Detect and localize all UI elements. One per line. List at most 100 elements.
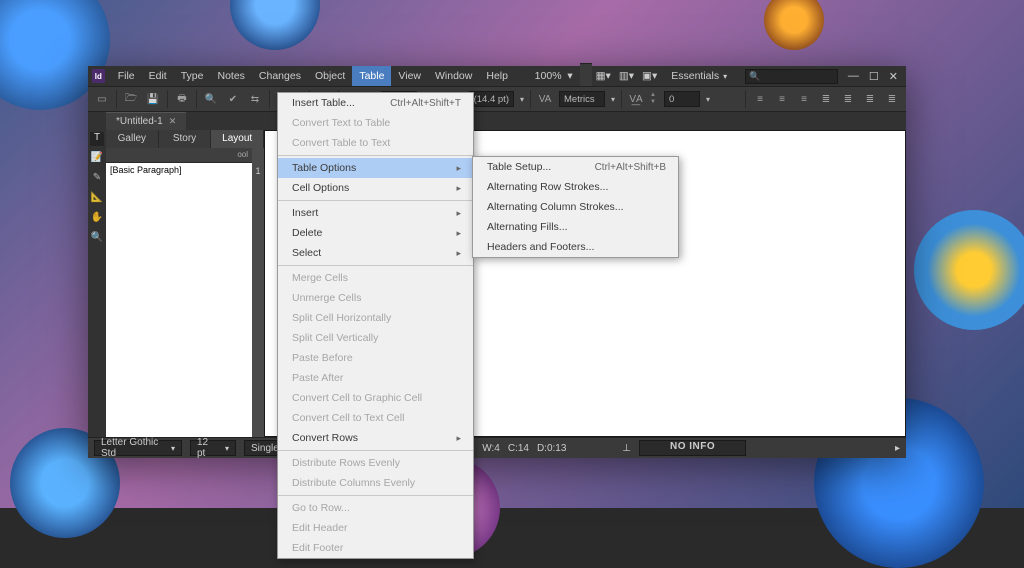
spellcheck-icon[interactable]: ✔ (225, 91, 241, 107)
document-tab[interactable]: *Untitled-1 ✕ (106, 112, 186, 130)
search-input[interactable]: 🔍 (745, 69, 838, 84)
measure-tool-icon[interactable]: 📐 (90, 192, 104, 206)
menu-object[interactable]: Object (308, 66, 352, 86)
document-tab-label: *Untitled-1 (116, 116, 163, 127)
menu-go-to-row[interactable]: Go to Row... (278, 498, 473, 518)
menu-file[interactable]: File (111, 66, 142, 86)
status-bar: Letter Gothic Std 12 pt Singlespace 📊 L:… (88, 437, 906, 458)
menu-insert-table[interactable]: Insert Table...Ctrl+Alt+Shift+T (278, 93, 473, 113)
submenu-alt-row-strokes[interactable]: Alternating Row Strokes... (473, 177, 678, 197)
menu-delete[interactable]: Delete (278, 223, 473, 243)
align-left-icon[interactable]: ≡ (752, 91, 768, 107)
close-tab-icon[interactable]: ✕ (169, 116, 177, 127)
menu-split-horizontal[interactable]: Split Cell Horizontally (278, 308, 473, 328)
type-tool-icon[interactable]: T (90, 132, 104, 146)
submenu-table-setup[interactable]: Table Setup...Ctrl+Alt+Shift+B (473, 157, 678, 177)
workspace-switcher[interactable]: Essentials▾ (661, 70, 737, 82)
tab-story[interactable]: Story (159, 130, 212, 148)
menu-edit-footer[interactable]: Edit Footer (278, 538, 473, 558)
menu-convert-text-to-table[interactable]: Convert Text to Table (278, 113, 473, 133)
menu-convert-rows[interactable]: Convert Rows (278, 428, 473, 448)
zoom-level[interactable]: 100% ▾ (528, 66, 580, 86)
submenu-alt-col-strokes[interactable]: Alternating Column Strokes... (473, 197, 678, 217)
menu-window[interactable]: Window (428, 66, 479, 86)
bridge-icon[interactable]: ▦▾ (592, 70, 615, 82)
save-icon[interactable]: 💾 (145, 91, 161, 107)
paragraph-style-cell[interactable]: [Basic Paragraph] (106, 163, 252, 437)
note-tool-icon[interactable]: 📝 (90, 152, 104, 166)
menu-split-vertical[interactable]: Split Cell Vertically (278, 328, 473, 348)
menu-cell-options[interactable]: Cell Options (278, 178, 473, 198)
menu-edit-header[interactable]: Edit Header (278, 518, 473, 538)
menu-paste-after[interactable]: Paste After (278, 368, 473, 388)
menu-table[interactable]: Table (352, 66, 391, 86)
shortcut-label: Ctrl+Alt+Shift+B (565, 162, 666, 173)
screen-mode-icon[interactable]: ▣▾ (638, 70, 661, 82)
tab-layout[interactable]: Layout (211, 130, 264, 148)
menu-help[interactable]: Help (479, 66, 515, 86)
menu-type[interactable]: Type (174, 66, 211, 86)
zoom-tool-icon[interactable]: 🔍 (90, 232, 104, 246)
menu-view[interactable]: View (391, 66, 428, 86)
menu-convert-table-to-text[interactable]: Convert Table to Text (278, 133, 473, 153)
open-icon[interactable]: 🗁 (123, 91, 139, 107)
menu-distribute-rows[interactable]: Distribute Rows Evenly (278, 453, 473, 473)
align-center-icon[interactable]: ≡ (774, 91, 790, 107)
line-number-gutter: 1 (252, 148, 264, 437)
panel-toggle-icon[interactable]: ▸ (895, 443, 900, 454)
menu-notes[interactable]: Notes (210, 66, 251, 86)
application-window: Id File Edit Type Notes Changes Object T… (88, 66, 906, 458)
find-icon[interactable]: 🔍 (203, 91, 219, 107)
page-icon[interactable]: ▭ (94, 91, 110, 107)
decoration (230, 0, 320, 50)
submenu-headers-footers[interactable]: Headers and Footers... (473, 237, 678, 257)
menu-distribute-columns[interactable]: Distribute Columns Evenly (278, 473, 473, 493)
justify-full-icon[interactable]: ≣ (884, 91, 900, 107)
menu-convert-to-text-cell[interactable]: Convert Cell to Text Cell (278, 408, 473, 428)
justify-right-icon[interactable]: ≣ (862, 91, 878, 107)
menu-select[interactable]: Select (278, 243, 473, 263)
kerning-icon: VA (537, 91, 553, 107)
eyedropper-tool-icon[interactable]: ✎ (90, 172, 104, 186)
step-icon[interactable]: ▲▼ (650, 92, 658, 106)
tracking-field[interactable]: 0 (664, 91, 700, 107)
decoration (914, 210, 1024, 330)
submenu-alt-fills[interactable]: Alternating Fills... (473, 217, 678, 237)
word-count: W:4 (482, 443, 500, 454)
print-icon[interactable]: 🖶 (174, 91, 190, 107)
depth-icon: ⊥ (622, 443, 631, 454)
hand-tool-icon[interactable]: ✋ (90, 212, 104, 226)
workspace-label: Essentials (671, 70, 719, 82)
panel-column-header: ool (106, 148, 252, 163)
menu-insert[interactable]: Insert (278, 203, 473, 223)
menu-convert-to-graphic-cell[interactable]: Convert Cell to Graphic Cell (278, 388, 473, 408)
duration: D:0:13 (537, 443, 566, 454)
menu-changes[interactable]: Changes (252, 66, 308, 86)
menu-paste-before[interactable]: Paste Before (278, 348, 473, 368)
kerning-field[interactable]: Metrics (559, 91, 605, 107)
app-icon: Id (92, 69, 105, 83)
font-size-select[interactable]: 12 pt (190, 440, 236, 456)
justify-center-icon[interactable]: ≣ (840, 91, 856, 107)
decoration (764, 0, 824, 50)
view-options-icon[interactable]: ▥▾ (615, 70, 638, 82)
menu-table-options[interactable]: Table Options (278, 158, 473, 178)
left-tool-tray: T 📝 ✎ 📐 ✋ 🔍 (88, 130, 106, 437)
font-family-select[interactable]: Letter Gothic Std (94, 440, 182, 456)
info-readout: NO INFO (639, 440, 746, 456)
close-button[interactable]: ✕ (889, 70, 898, 83)
char-count: C:14 (508, 443, 529, 454)
document-tabs: *Untitled-1 ✕ (88, 112, 906, 130)
tracking-icon: V͟A (628, 91, 644, 107)
align-right-icon[interactable]: ≡ (796, 91, 812, 107)
menu-merge-cells[interactable]: Merge Cells (278, 268, 473, 288)
zoom-value: 100% (535, 70, 562, 82)
menu-unmerge-cells[interactable]: Unmerge Cells (278, 288, 473, 308)
track-changes-icon[interactable]: ⇆ (247, 91, 263, 107)
leading-field[interactable]: (14.4 pt) (469, 91, 514, 107)
minimize-button[interactable]: — (848, 70, 859, 83)
maximize-button[interactable]: ☐ (869, 70, 879, 83)
tab-galley[interactable]: Galley (106, 130, 159, 148)
justify-left-icon[interactable]: ≣ (818, 91, 834, 107)
menu-edit[interactable]: Edit (142, 66, 174, 86)
